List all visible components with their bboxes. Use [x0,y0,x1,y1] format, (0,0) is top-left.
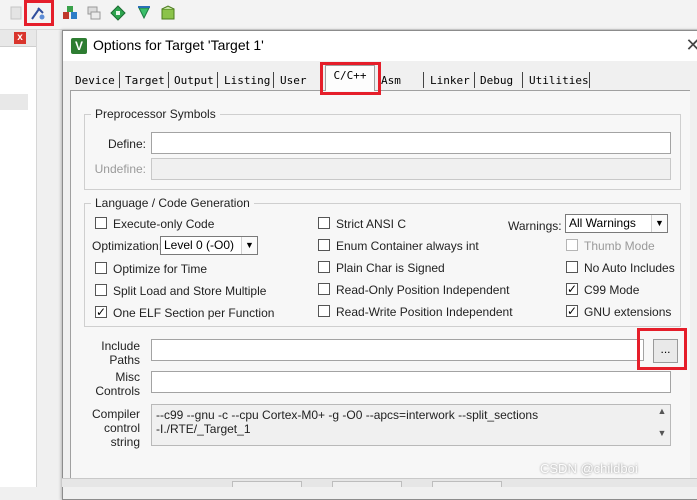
split-load-checkbox[interactable] [95,284,107,296]
dialog-button[interactable] [432,481,502,487]
optimize-time-label: Optimize for Time [113,262,208,276]
highlight-toolbar-button [24,0,54,26]
strict-ansi-label: Strict ANSI C [336,217,407,231]
compiler-label-1: Compiler [91,407,140,421]
compiler-line-2: -I./RTE/_Target_1 [156,422,251,436]
optimization-label: Optimization: [92,239,163,253]
close-icon[interactable]: ✕ [684,35,697,55]
green-diamond-icon[interactable] [110,5,126,21]
download-arrow-icon[interactable] [136,5,152,21]
c99-mode-checkbox[interactable]: ✓ [566,283,578,295]
dialog-button[interactable] [332,481,402,487]
thumb-mode-checkbox[interactable] [566,239,578,251]
manage-project-icon[interactable] [62,5,78,21]
optimize-time-checkbox[interactable] [95,262,107,274]
warnings-select[interactable]: All Warnings ▼ [565,214,668,233]
compiler-label-2: control [103,421,140,435]
panel-close-icon[interactable]: x [14,32,26,44]
plain-char-label: Plain Char is Signed [336,261,445,275]
scroll-down-icon[interactable]: ▼ [655,428,669,438]
split-load-label: Split Load and Store Multiple [113,284,267,298]
execute-only-checkbox[interactable] [95,217,107,229]
dialog-button[interactable] [232,481,302,487]
panel-splitter[interactable] [36,30,60,487]
misc-label-2: Controls [95,384,140,398]
thumb-mode-label: Thumb Mode [584,239,655,253]
warnings-value: All Warnings [569,216,636,230]
gnu-extensions-checkbox[interactable]: ✓ [566,305,578,317]
execute-only-label: Execute-only Code [113,217,215,231]
misc-controls-input[interactable] [151,371,671,393]
package-icon[interactable] [160,5,176,21]
warnings-label: Warnings: [508,219,562,233]
strict-ansi-checkbox[interactable] [318,217,330,229]
chevron-down-icon: ▼ [651,215,667,232]
enum-container-checkbox[interactable] [318,239,330,251]
tab-listing[interactable]: Listing [224,72,270,90]
include-label-2: Paths [109,353,140,367]
undefine-input[interactable] [151,158,671,180]
rw-pi-label: Read-Write Position Independent [336,305,513,319]
highlight-cc-tab [320,62,381,95]
keil-logo-icon: V [71,38,87,54]
tab-user[interactable]: User [280,72,307,90]
compiler-label-3: string [110,435,140,449]
scroll-up-icon[interactable]: ▲ [655,406,669,416]
define-label: Define: [107,137,146,151]
toolbar-icon-disabled[interactable] [8,5,24,21]
ro-pi-checkbox[interactable] [318,283,330,295]
one-elf-checkbox[interactable]: ✓ [95,306,107,318]
include-label-1: Include [101,339,140,353]
dialog-title: Options for Target 'Target 1' [93,37,264,53]
preprocessor-legend: Preprocessor Symbols [91,107,220,121]
compiler-line-1: --c99 --gnu -c --cpu Cortex-M0+ -g -O0 -… [156,408,539,422]
rw-pi-checkbox[interactable] [318,305,330,317]
tab-utilities[interactable]: Utilities [529,72,589,90]
no-auto-includes-label: No Auto Includes [584,261,675,275]
watermark: CSDN @childboi [540,461,638,476]
tab-asm[interactable]: Asm [381,72,401,90]
misc-label-1: Misc [115,370,140,384]
optimization-value: Level 0 (-O0) [164,238,235,252]
tab-target[interactable]: Target [125,72,165,90]
tab-debug[interactable]: Debug [480,72,513,90]
ro-pi-label: Read-Only Position Independent [336,283,510,297]
language-legend: Language / Code Generation [91,196,254,210]
enum-container-label: Enum Container always int [336,239,479,253]
plain-char-checkbox[interactable] [318,261,330,273]
tab-device[interactable]: Device [75,72,115,90]
optimization-select[interactable]: Level 0 (-O0) ▼ [160,236,258,255]
undefine-label: Undefine: [94,162,146,176]
stacked-files-icon[interactable] [86,5,102,21]
no-auto-includes-checkbox[interactable] [566,261,578,273]
highlight-browse-button [637,328,687,370]
chevron-down-icon: ▼ [241,237,257,254]
include-paths-input[interactable] [151,339,644,361]
tab-linker[interactable]: Linker [430,72,470,90]
define-input[interactable] [151,132,671,154]
one-elf-label: One ELF Section per Function [113,306,275,320]
gnu-extensions-label: GNU extensions [584,305,672,319]
compiler-control-string[interactable]: --c99 --gnu -c --cpu Cortex-M0+ -g -O0 -… [151,404,671,446]
ide-toolbar [0,0,697,30]
tab-output[interactable]: Output [174,72,214,90]
c99-mode-label: C99 Mode [584,283,640,297]
project-tree-row[interactable] [0,94,28,110]
compiler-scrollbar[interactable]: ▲ ▼ [655,406,669,444]
